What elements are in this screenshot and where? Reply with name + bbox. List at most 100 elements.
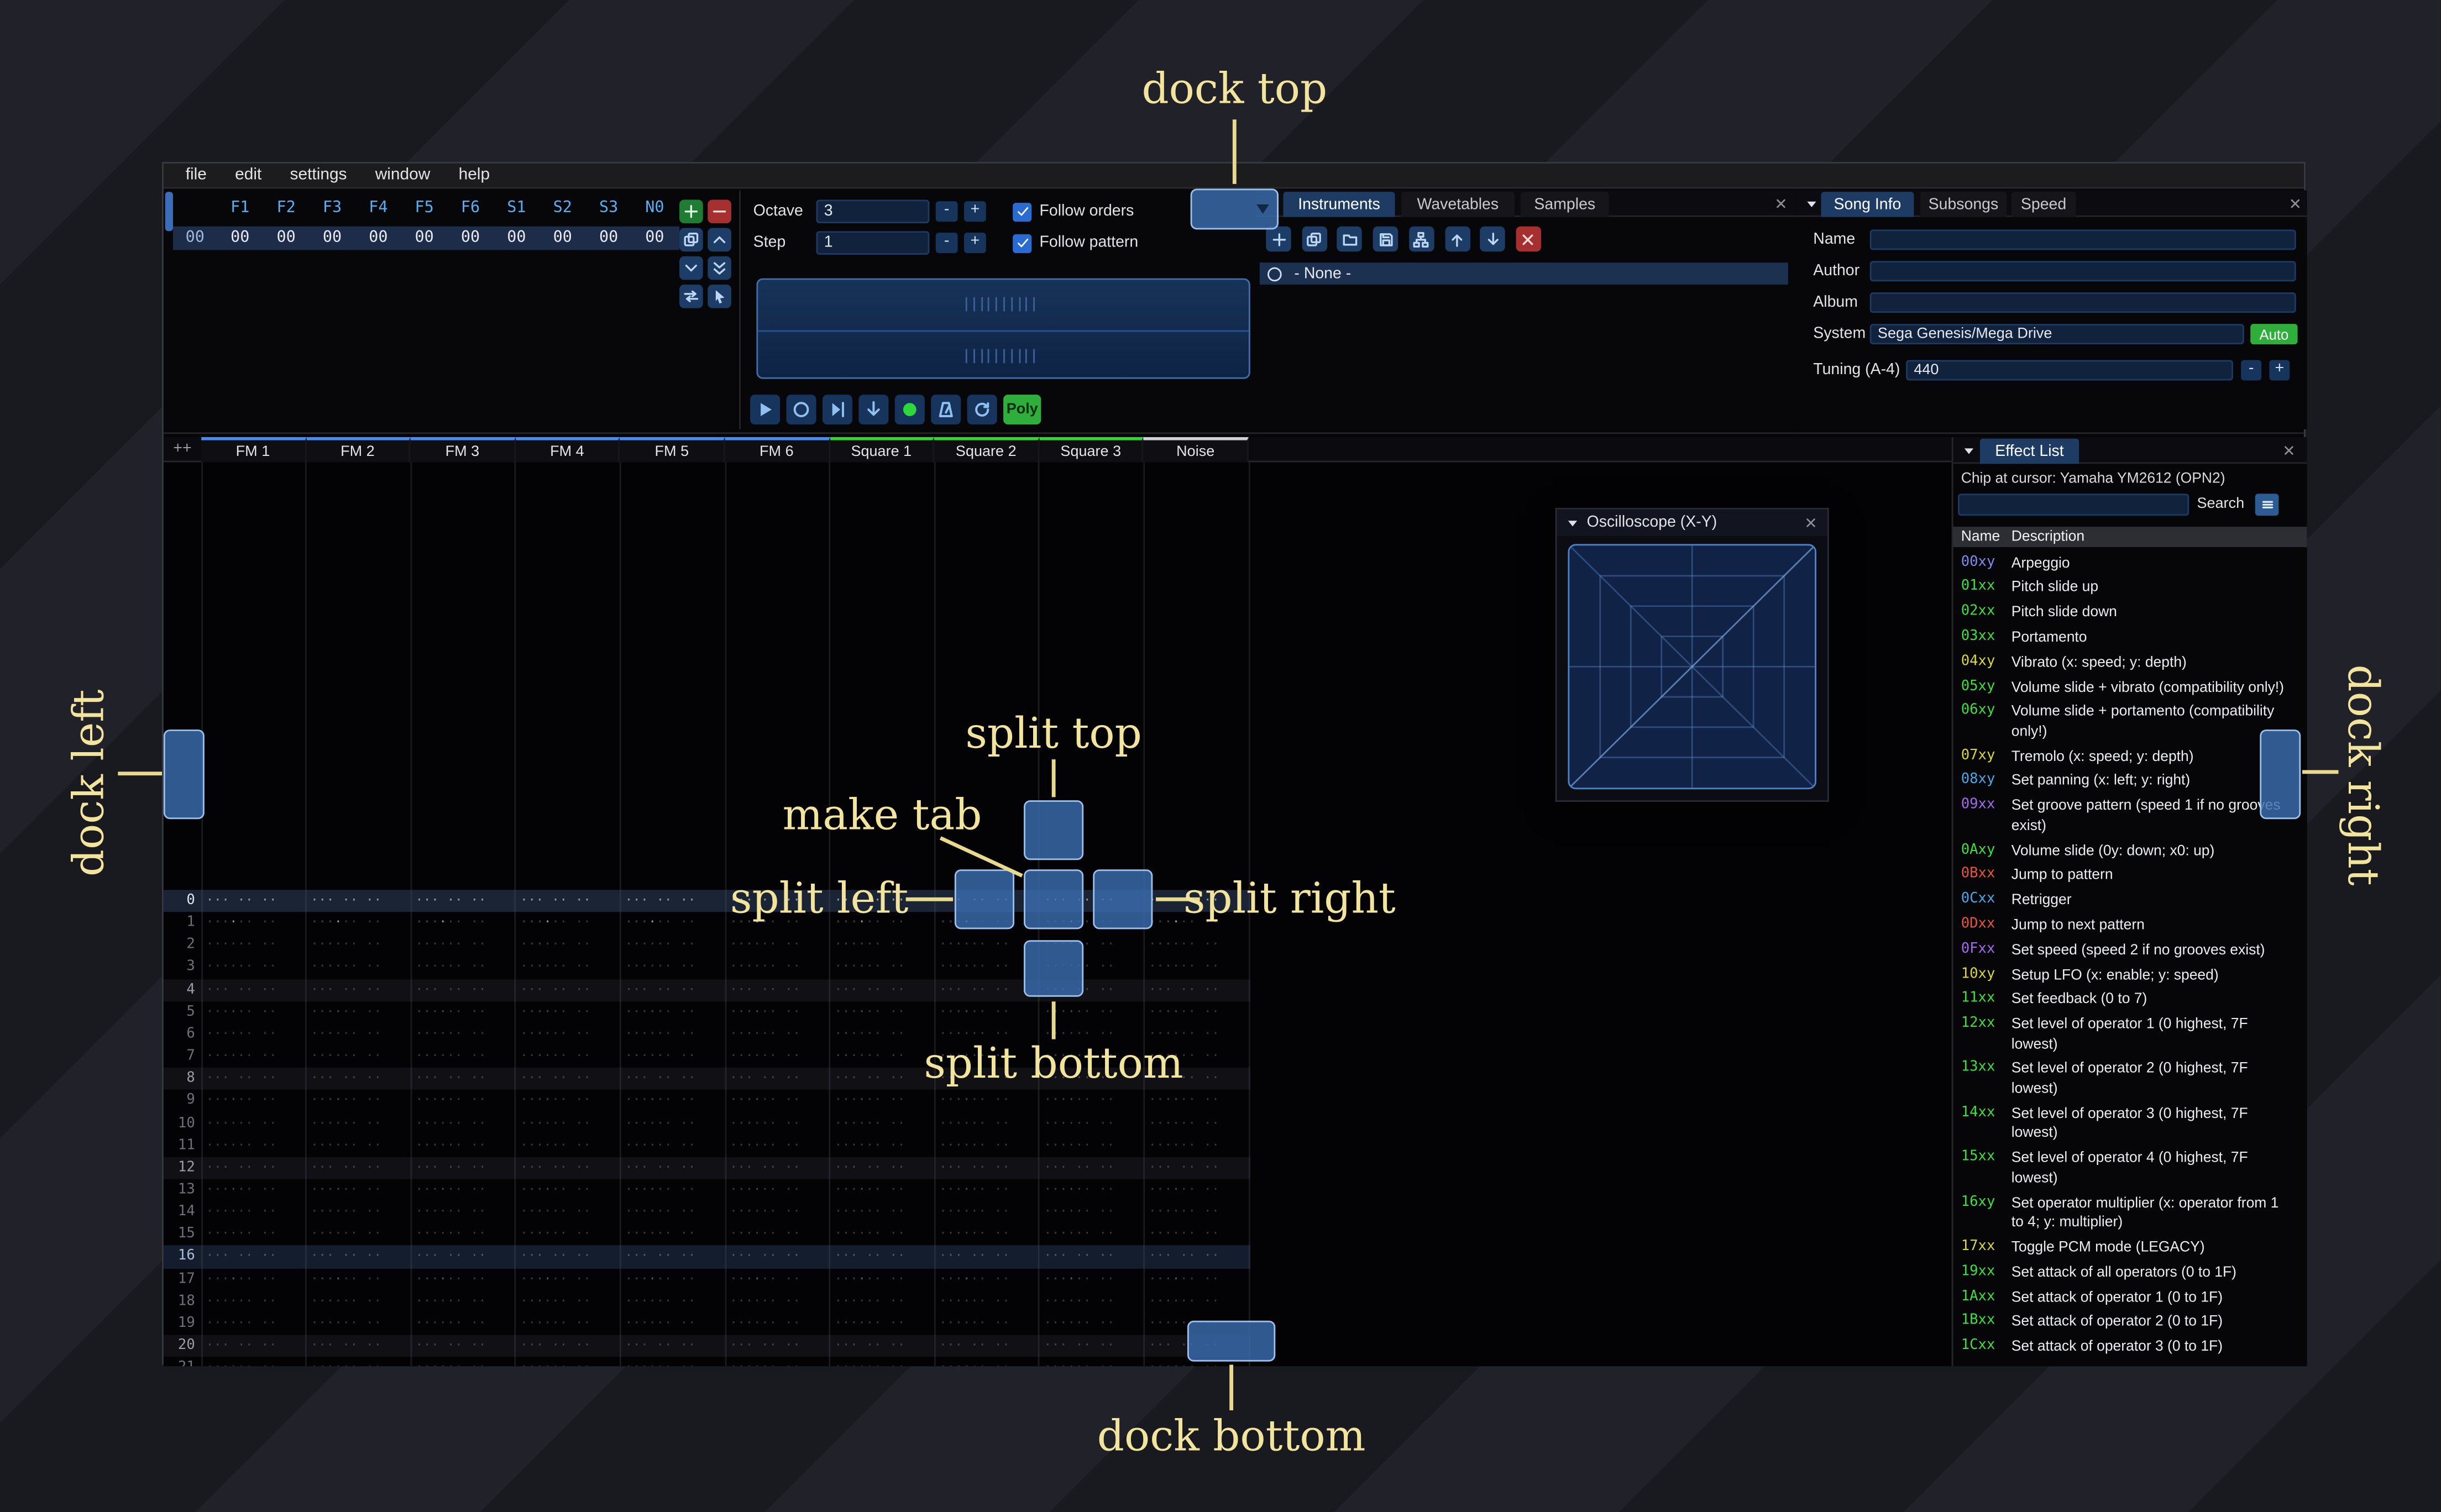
effect-search-input[interactable]: [1958, 494, 2189, 516]
pattern-cell[interactable]: ··· ·· ·· ····: [516, 1357, 620, 1366]
dock-target-right[interactable]: [2260, 729, 2301, 820]
horizontal-splitter[interactable]: [163, 432, 2304, 434]
step-increase-button[interactable]: +: [963, 233, 986, 254]
effect-row[interactable]: 1Cxx Set attack of operator 3 (0 to 1F): [1953, 1334, 2307, 1359]
remove-order-button[interactable]: [708, 200, 731, 223]
effect-row[interactable]: 0Fxx Set speed (speed 2 if no grooves exi…: [1953, 937, 2307, 962]
piano-upper-octaves[interactable]: [758, 280, 1249, 330]
menu-help[interactable]: help: [444, 164, 504, 187]
pattern-cell[interactable]: ··· ·· ·· ····: [934, 1357, 1039, 1366]
edit-record-toggle-button[interactable]: [894, 395, 925, 425]
oscilloscope-titlebar[interactable]: Oscilloscope (X-Y): [1557, 509, 1827, 537]
effect-row[interactable]: 07xy Tremolo (x: speed; y: depth): [1953, 744, 2307, 769]
effect-row[interactable]: 03xx Portamento: [1953, 624, 2307, 649]
play-pattern-button[interactable]: [786, 395, 816, 425]
song-album-input[interactable]: [1869, 292, 2296, 313]
instrument-item[interactable]: - None -: [1259, 262, 1788, 285]
order-value[interactable]: 00: [494, 229, 539, 246]
effect-row[interactable]: 00xy Arpeggio: [1953, 550, 2307, 575]
auto-system-button[interactable]: Auto: [2250, 324, 2298, 345]
tuning-input[interactable]: 440: [1906, 360, 2233, 381]
add-order-button[interactable]: [679, 200, 703, 223]
effect-row[interactable]: 0Dxx Jump to next pattern: [1953, 912, 2307, 937]
add-instrument-button[interactable]: [1266, 226, 1291, 252]
effect-row[interactable]: 04xy Vibrato (x: speed; y: depth): [1953, 649, 2307, 674]
tab-instruments[interactable]: Instruments: [1283, 192, 1395, 217]
channel-header-fm-5[interactable]: FM 5: [620, 437, 725, 463]
dock-target-split-left[interactable]: [954, 869, 1015, 930]
pattern-cell[interactable]: ··· ·· ·· ····: [830, 1357, 934, 1366]
close-song-info-button[interactable]: [2285, 193, 2306, 214]
tuning-increase-button[interactable]: +: [2269, 360, 2290, 381]
follow-orders-checkbox[interactable]: [1013, 202, 1032, 221]
repeat-pattern-button[interactable]: [967, 395, 997, 425]
dock-target-bottom[interactable]: [1187, 1320, 1276, 1362]
order-value[interactable]: 00: [355, 229, 401, 246]
channel-header-square-2[interactable]: Square 2: [934, 437, 1039, 463]
menu-edit[interactable]: edit: [221, 164, 276, 187]
delete-instrument-button[interactable]: [1516, 226, 1541, 252]
collapse-caret-icon[interactable]: [1804, 197, 1819, 212]
octave-input[interactable]: 3: [816, 200, 930, 223]
move-order-up-button[interactable]: [708, 228, 731, 252]
channel-header-square-1[interactable]: Square 1: [830, 437, 935, 463]
order-value[interactable]: 00: [539, 229, 585, 246]
octave-increase-button[interactable]: +: [963, 201, 986, 222]
play-button[interactable]: [750, 395, 781, 425]
system-input[interactable]: Sega Genesis/Mega Drive: [1869, 324, 2244, 345]
effect-row[interactable]: 14xx Set level of operator 3 (0 highest, …: [1953, 1101, 2307, 1146]
poly-toggle-button[interactable]: Poly: [1003, 395, 1041, 425]
effect-row[interactable]: 0Cxx Retrigger: [1953, 888, 2307, 912]
order-value[interactable]: 00: [401, 229, 447, 246]
metronome-button[interactable]: [931, 395, 961, 425]
pattern-cell[interactable]: ··· ·· ·· ····: [620, 1357, 725, 1366]
orders-row[interactable]: 00 00 00 00 00 00 00 00 00 00 00: [172, 226, 680, 250]
tab-subsongs[interactable]: Subsongs: [1920, 192, 2007, 217]
dock-target-split-right[interactable]: [1093, 869, 1153, 930]
collapse-caret-icon[interactable]: [1961, 443, 1977, 459]
effect-row[interactable]: 05xy Volume slide + vibrato (compatibilit…: [1953, 674, 2307, 699]
effect-row[interactable]: 16xy Set operator multiplier (x: operator…: [1953, 1190, 2307, 1235]
menu-settings[interactable]: settings: [276, 164, 361, 187]
panel-splitter[interactable]: [739, 190, 741, 429]
toggle-folders-button[interactable]: [1408, 226, 1434, 252]
channel-header-fm-2[interactable]: FM 2: [306, 437, 411, 463]
order-change-all-button[interactable]: [679, 284, 703, 308]
open-instrument-button[interactable]: [1337, 226, 1363, 252]
pattern-cell[interactable]: ··· ·· ·· ····: [725, 1357, 830, 1366]
order-value[interactable]: 00: [632, 229, 678, 246]
octave-decrease-button[interactable]: -: [935, 201, 958, 222]
move-instrument-up-button[interactable]: [1444, 226, 1470, 252]
channel-header-noise[interactable]: Noise: [1144, 437, 1249, 463]
duplicate-order-to-end-button[interactable]: [708, 256, 731, 280]
expand-channels-button[interactable]: ++: [167, 439, 198, 461]
effect-row[interactable]: 11xx Set feedback (0 to 7): [1953, 987, 2307, 1012]
effect-row[interactable]: 09xx Set groove pattern (speed 1 if no gr…: [1953, 794, 2307, 838]
tab-effect-list[interactable]: Effect List: [1979, 438, 2079, 464]
order-value[interactable]: 00: [585, 229, 631, 246]
move-instrument-down-button[interactable]: [1480, 226, 1506, 252]
effect-row[interactable]: 10xy Setup LFO (x: enable; y: speed): [1953, 962, 2307, 987]
step-one-row-button[interactable]: [858, 395, 889, 425]
tab-wavetables[interactable]: Wavetables: [1401, 192, 1515, 217]
channel-header-fm-4[interactable]: FM 4: [515, 437, 621, 463]
tab-song-info[interactable]: Song Info: [1821, 192, 1914, 217]
duplicate-instrument-button[interactable]: [1301, 226, 1327, 252]
effect-row[interactable]: 12xx Set level of operator 1 (0 highest, …: [1953, 1012, 2307, 1057]
piano-widget[interactable]: [756, 278, 1250, 379]
effect-row[interactable]: 02xx Pitch slide down: [1953, 600, 2307, 625]
close-instruments-button[interactable]: [1770, 193, 1791, 214]
effect-row[interactable]: 01xx Pitch slide up: [1953, 575, 2307, 600]
piano-lower-octaves[interactable]: [758, 330, 1249, 377]
dock-target-top[interactable]: [1190, 188, 1279, 230]
effect-row[interactable]: 17xx Toggle PCM mode (LEGACY): [1953, 1235, 2307, 1259]
channel-header-fm-3[interactable]: FM 3: [411, 437, 516, 463]
effect-row[interactable]: 0Bxx Jump to pattern: [1953, 863, 2307, 888]
effect-row[interactable]: 15xx Set level of operator 4 (0 highest, …: [1953, 1146, 2307, 1190]
move-order-down-button[interactable]: [679, 256, 703, 280]
order-value[interactable]: 00: [263, 229, 309, 246]
order-value[interactable]: 00: [309, 229, 355, 246]
dock-target-split-bottom[interactable]: [1024, 940, 1084, 997]
channel-header-fm-1[interactable]: FM 1: [201, 437, 306, 463]
dock-target-make-tab[interactable]: [1024, 869, 1084, 930]
